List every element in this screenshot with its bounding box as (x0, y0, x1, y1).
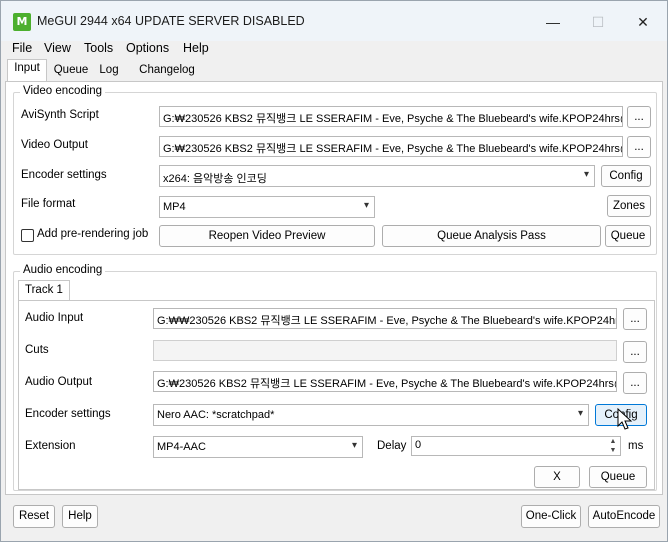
audio-output-field[interactable]: G:₩230526 KBS2 뮤직뱅크 LE SSERAFIM - Eve, P… (153, 371, 617, 392)
audio-track-1-tab[interactable]: Track 1 (18, 280, 70, 300)
audio-encoder-settings-label: Encoder settings (25, 408, 111, 420)
auto-encode-button[interactable]: AutoEncode (588, 505, 660, 528)
minimize-button[interactable]: — (531, 9, 575, 35)
avisynth-script-input[interactable]: G:₩230526 KBS2 뮤직뱅크 LE SSERAFIM - Eve, P… (159, 106, 623, 127)
audio-input-label: Audio Input (25, 312, 84, 324)
video-queue-button[interactable]: Queue (605, 225, 651, 247)
prerender-checkbox[interactable] (21, 229, 34, 242)
close-button[interactable]: ✕ (621, 9, 665, 35)
extension-select[interactable]: MP4-AAC ▾ (153, 436, 363, 458)
spin-arrows-icon[interactable]: ▲ ▼ (606, 437, 620, 455)
cuts-label: Cuts (25, 344, 49, 356)
cuts-field[interactable] (153, 340, 617, 361)
cuts-browse-button[interactable]: ... (623, 341, 647, 363)
menu-help[interactable]: Help (183, 41, 209, 55)
help-button[interactable]: Help (62, 505, 98, 528)
tab-input[interactable]: Input (7, 59, 47, 81)
tab-queue[interactable]: Queue (51, 62, 91, 81)
menu-file[interactable]: File (12, 41, 32, 55)
audio-input-browse-button[interactable]: ... (623, 308, 647, 330)
menu-view[interactable]: View (44, 41, 71, 55)
video-encoder-select[interactable]: x264: 음악방송 인코딩 ▾ (159, 165, 595, 187)
delay-label: Delay (377, 440, 407, 452)
zones-button[interactable]: Zones (607, 195, 651, 217)
audio-queue-button[interactable]: Queue (589, 466, 647, 488)
one-click-button[interactable]: One-Click (521, 505, 581, 528)
audio-encoder-select[interactable]: Nero AAC: *scratchpad* ▾ (153, 404, 589, 426)
delay-spinner[interactable]: 0 ▲ ▼ (411, 436, 621, 456)
audio-encoding-title: Audio encoding (20, 264, 106, 276)
clear-audio-button[interactable]: X (534, 466, 580, 488)
audio-input-field[interactable]: G:₩₩230526 KBS2 뮤직뱅크 LE SSERAFIM - Eve, … (153, 308, 617, 329)
megui-window: M MeGUI 2944 x64 UPDATE SERVER DISABLED … (0, 0, 668, 542)
window-title: MeGUI 2944 x64 UPDATE SERVER DISABLED (37, 14, 305, 28)
menu-tools[interactable]: Tools (84, 41, 113, 55)
audio-output-browse-button[interactable]: ... (623, 372, 647, 394)
video-output-browse-button[interactable]: ... (627, 136, 651, 158)
chevron-down-icon: ▾ (583, 169, 589, 180)
extension-label: Extension (25, 440, 76, 452)
video-output-label: Video Output (21, 139, 88, 151)
queue-analysis-pass-button[interactable]: Queue Analysis Pass (382, 225, 601, 247)
video-encoder-settings-label: Encoder settings (21, 169, 107, 181)
menu-bar: File View Tools Options Help (1, 41, 667, 59)
video-config-button[interactable]: Config (601, 165, 651, 187)
tab-changelog[interactable]: Changelog (135, 62, 199, 81)
audio-encoder-value: Nero AAC: *scratchpad* (157, 409, 275, 421)
audio-output-label: Audio Output (25, 376, 93, 388)
avisynth-browse-button[interactable]: ... (627, 106, 651, 128)
maximize-button: ☐ (591, 14, 605, 30)
chevron-down-icon: ▾ (363, 200, 369, 211)
file-format-label: File format (21, 198, 76, 210)
file-format-select[interactable]: MP4 ▾ (159, 196, 375, 218)
chevron-down-icon: ▾ (577, 408, 583, 419)
chevron-down-icon: ▾ (351, 440, 357, 451)
title-bar[interactable]: M MeGUI 2944 x64 UPDATE SERVER DISABLED … (1, 1, 667, 41)
main-tabs: Input Queue Log Changelog (1, 59, 667, 81)
file-format-value: MP4 (163, 201, 186, 213)
extension-value: MP4-AAC (157, 441, 206, 453)
video-encoding-title: Video encoding (20, 85, 106, 97)
video-encoder-value: x264: 음악방송 인코딩 (163, 173, 267, 185)
avisynth-script-label: AviSynth Script (21, 109, 99, 121)
menu-options[interactable]: Options (126, 41, 169, 55)
prerender-label[interactable]: Add pre-rendering job (37, 228, 148, 240)
delay-value: 0 (415, 439, 422, 451)
input-tab-page: Video encoding AviSynth Script G:₩230526… (5, 81, 663, 495)
megui-app-icon: M (13, 13, 31, 31)
mouse-cursor-icon (617, 408, 633, 430)
delay-unit: ms (628, 440, 644, 452)
video-output-input[interactable]: G:₩230526 KBS2 뮤직뱅크 LE SSERAFIM - Eve, P… (159, 136, 623, 157)
tab-log[interactable]: Log (93, 62, 125, 81)
reset-button[interactable]: Reset (13, 505, 55, 528)
reopen-video-preview-button[interactable]: Reopen Video Preview (159, 225, 375, 247)
